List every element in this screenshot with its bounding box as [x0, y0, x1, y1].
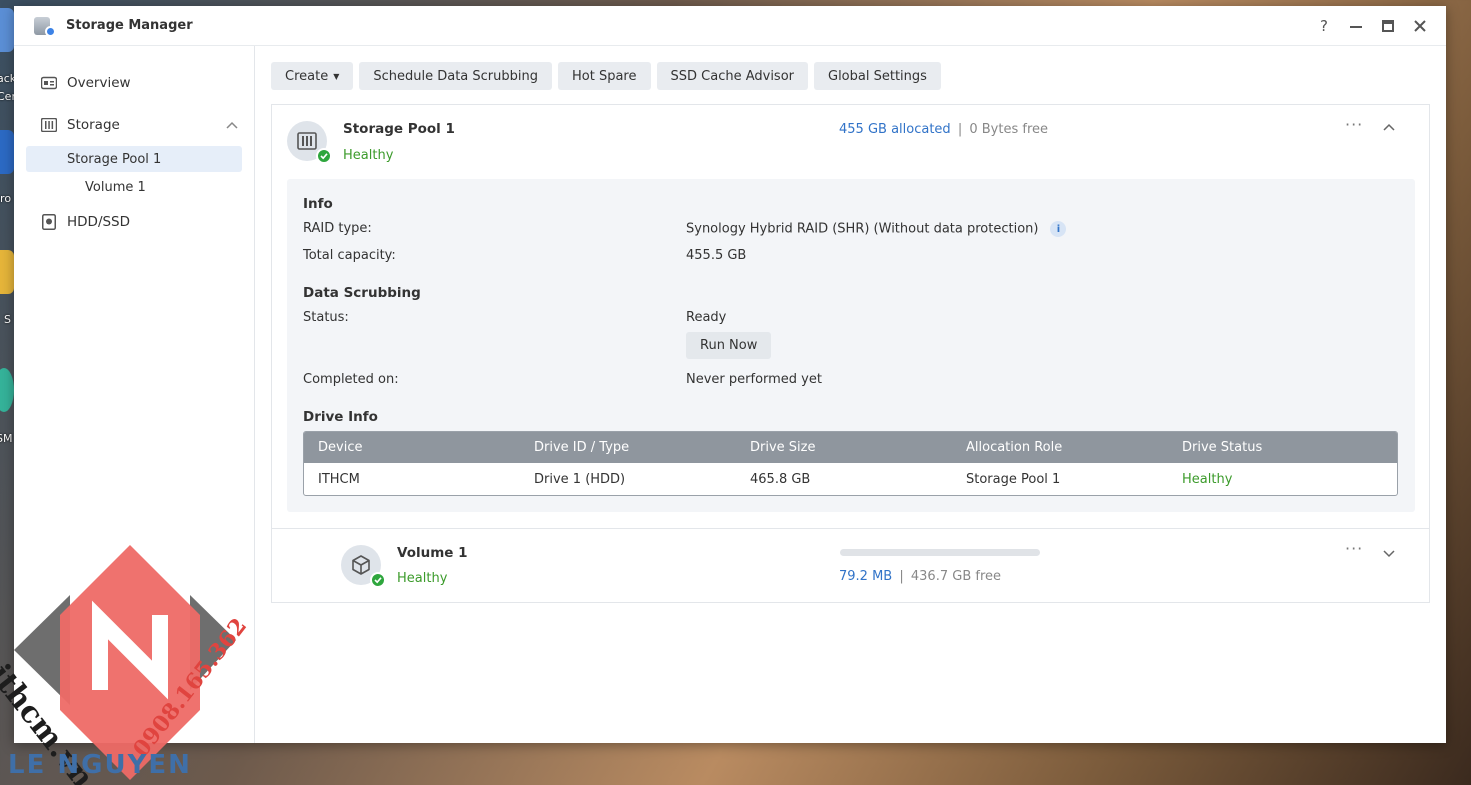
chevron-down-icon[interactable] — [1383, 547, 1395, 562]
column-header[interactable]: Drive Size — [736, 440, 952, 455]
ssd-cache-advisor-button[interactable]: SSD Cache Advisor — [656, 62, 808, 90]
raid-type-value: Synology Hybrid RAID (SHR) (Without data… — [686, 221, 1067, 237]
table-cell: 465.8 GB — [750, 471, 811, 487]
used-text: 79.2 MB — [839, 569, 893, 584]
info-icon[interactable]: i — [1050, 221, 1067, 237]
toolbar: Create ▼ Schedule Data Scrubbing Hot Spa… — [256, 46, 1446, 90]
sidebar-item-storage[interactable]: Storage — [14, 104, 254, 146]
drive-info-title: Drive Info — [303, 409, 378, 425]
drive-info-table: Device Drive ID / Type Drive Size Alloca… — [303, 431, 1398, 496]
storage-icon — [40, 116, 58, 134]
volume-usage-bar — [840, 549, 1040, 556]
run-now-button[interactable]: Run Now — [686, 332, 772, 359]
minimize-icon — [1350, 25, 1362, 28]
column-header[interactable]: Device — [304, 440, 520, 455]
minimize-button[interactable] — [1340, 12, 1372, 40]
more-options-icon[interactable]: ··· — [1345, 115, 1363, 134]
schedule-data-scrubbing-button[interactable]: Schedule Data Scrubbing — [359, 62, 552, 90]
create-button-label: Create — [285, 68, 329, 84]
sidebar-item-hdd-ssd[interactable]: HDD/SSD — [14, 202, 254, 242]
storage-manager-window: Storage Manager ? Overview Storage Stora… — [14, 6, 1446, 743]
completed-on-value: Never performed yet — [686, 372, 822, 387]
desktop-app-icon[interactable] — [0, 130, 14, 174]
watermark-name: LE NGUYEN — [8, 750, 192, 780]
volume-usage: 79.2 MB | 436.7 GB free — [839, 569, 1001, 584]
drive-status-cell: Healthy — [1182, 471, 1233, 487]
raid-type-label: RAID type: — [303, 221, 372, 236]
completed-on-label: Completed on: — [303, 372, 399, 387]
scrub-status-label: Status: — [303, 310, 349, 325]
sidebar-item-storage-pool-1[interactable]: Storage Pool 1 — [26, 146, 242, 172]
volume-status: Healthy — [397, 571, 448, 586]
sidebar-item-label: HDD/SSD — [67, 214, 131, 230]
column-header[interactable]: Allocation Role — [952, 440, 1168, 455]
maximize-button[interactable] — [1372, 12, 1404, 40]
volume-card: Volume 1 Healthy 79.2 MB | 436.7 GB free… — [271, 528, 1430, 603]
table-cell: ITHCM — [318, 471, 360, 487]
total-capacity-value: 455.5 GB — [686, 248, 747, 263]
volume-name: Volume 1 — [397, 545, 468, 561]
chevron-up-icon[interactable] — [1383, 120, 1395, 135]
sidebar-item-volume-1[interactable]: Volume 1 — [14, 172, 254, 202]
create-button[interactable]: Create ▼ — [271, 62, 354, 90]
window-title: Storage Manager — [66, 18, 193, 33]
sidebar-item-overview[interactable]: Overview — [14, 62, 254, 104]
table-cell: Storage Pool 1 — [966, 471, 1061, 487]
help-button[interactable]: ? — [1308, 12, 1340, 40]
separator: | — [957, 122, 963, 137]
total-capacity-label: Total capacity: — [303, 248, 396, 263]
close-icon — [1414, 19, 1426, 32]
storage-pool-details: Info RAID type: Synology Hybrid RAID (SH… — [287, 179, 1415, 512]
storage-manager-app-icon — [32, 14, 56, 38]
table-row[interactable]: ITHCM Drive 1 (HDD) 465.8 GB Storage Poo… — [304, 463, 1397, 495]
data-scrubbing-title: Data Scrubbing — [303, 285, 421, 301]
storage-pool-card: Storage Pool 1 Healthy 455 GB allocated … — [271, 104, 1430, 530]
help-icon: ? — [1320, 16, 1328, 35]
free-text: 0 Bytes free — [969, 122, 1049, 137]
storage-pool-status: Healthy — [343, 148, 394, 163]
overview-icon — [40, 74, 58, 92]
scrub-status-value: Ready — [686, 310, 727, 325]
separator: | — [899, 569, 904, 584]
info-section-title: Info — [303, 196, 333, 212]
raid-type-text: Synology Hybrid RAID (SHR) (Without data… — [686, 221, 1039, 237]
desktop-folder-icon[interactable] — [0, 250, 14, 294]
close-button[interactable] — [1404, 12, 1436, 40]
desktop-label: cro — [0, 192, 12, 205]
hdd-icon — [40, 213, 58, 231]
table-header: Device Drive ID / Type Drive Size Alloca… — [304, 432, 1397, 463]
main-content: Create ▼ Schedule Data Scrubbing Hot Spa… — [256, 46, 1446, 743]
maximize-icon — [1382, 19, 1394, 32]
more-options-icon[interactable]: ··· — [1345, 539, 1363, 558]
sidebar-item-label: Storage — [67, 117, 120, 133]
desktop-label: S — [4, 313, 11, 326]
title-bar[interactable]: Storage Manager ? — [14, 6, 1446, 46]
column-header[interactable]: Drive ID / Type — [520, 440, 736, 455]
sidebar: Overview Storage Storage Pool 1 Volume 1… — [14, 46, 255, 743]
allocated-text: 455 GB allocated — [839, 122, 951, 137]
sidebar-item-label: Storage Pool 1 — [67, 151, 162, 167]
sidebar-item-label: Overview — [67, 75, 131, 91]
storage-pool-icon — [287, 121, 332, 164]
desktop-app-icon[interactable] — [0, 368, 14, 412]
desktop-icons: ack Cer cro S SM — [0, 0, 16, 785]
global-settings-button[interactable]: Global Settings — [814, 62, 941, 90]
sidebar-item-label: Volume 1 — [85, 179, 146, 195]
table-cell: Drive 1 (HDD) — [534, 471, 626, 487]
storage-pool-allocation: 455 GB allocated | 0 Bytes free — [839, 122, 1048, 137]
desktop-app-icon[interactable] — [0, 8, 14, 52]
chevron-up-icon[interactable] — [226, 117, 238, 133]
caret-down-icon: ▼ — [333, 71, 340, 81]
hot-spare-button[interactable]: Hot Spare — [558, 62, 651, 90]
desktop-label: SM — [0, 432, 13, 445]
free-text: 436.7 GB free — [910, 569, 1001, 584]
column-header[interactable]: Drive Status — [1168, 440, 1384, 455]
storage-pool-name: Storage Pool 1 — [343, 121, 455, 137]
healthy-check-icon — [316, 148, 332, 164]
volume-icon — [341, 545, 386, 588]
healthy-check-icon — [370, 572, 386, 588]
